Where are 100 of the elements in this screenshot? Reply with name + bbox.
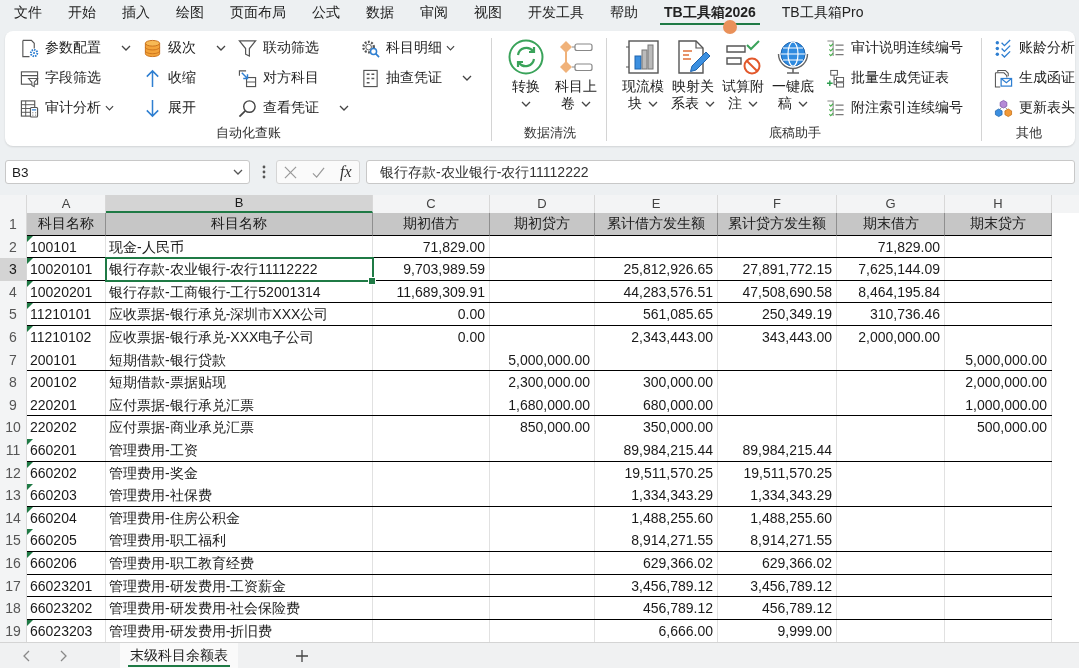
cancel-icon[interactable] bbox=[284, 165, 298, 179]
table-cell: 660206 bbox=[27, 551, 106, 575]
right-chevron-icon[interactable] bbox=[60, 649, 68, 662]
group-label: 底稿助手 bbox=[768, 124, 821, 142]
table-cell: 3,456,789.12 bbox=[595, 574, 718, 598]
table-cell: 19,511,570.25 bbox=[718, 461, 837, 485]
column-header[interactable]: E bbox=[595, 195, 718, 213]
ribbon-button[interactable]: 审计说明连续编号 bbox=[826, 35, 963, 61]
row-header[interactable]: 15 bbox=[0, 529, 27, 552]
column-header[interactable]: D bbox=[490, 195, 595, 213]
menu-tab[interactable]: 数据 bbox=[353, 0, 407, 26]
column-header[interactable]: C bbox=[373, 195, 490, 213]
row-header[interactable]: 5 bbox=[0, 303, 27, 326]
row-header[interactable]: 10 bbox=[0, 416, 27, 439]
name-box[interactable]: B3 bbox=[5, 160, 250, 184]
caret-icon bbox=[748, 101, 758, 108]
table-cell: 27,891,772.15 bbox=[718, 258, 837, 281]
column-header[interactable]: F bbox=[718, 195, 837, 213]
table-cell: 11210102 bbox=[27, 325, 106, 349]
menu-tab[interactable]: 审阅 bbox=[407, 0, 461, 26]
column-header[interactable]: H bbox=[945, 195, 1052, 213]
row-header[interactable]: 9 bbox=[0, 393, 27, 417]
header-cell: 科目名称 bbox=[106, 213, 373, 236]
function-button[interactable]: fx bbox=[340, 163, 352, 181]
ribbon-button[interactable]: 账龄分析 bbox=[994, 35, 1075, 61]
menu-tab[interactable]: 开始 bbox=[55, 0, 109, 26]
table-cell: 管理费用-研发费用-社会保险费 bbox=[106, 597, 373, 620]
row-header[interactable]: 12 bbox=[0, 461, 27, 485]
table-cell: 应付票据-商业承兑汇票 bbox=[106, 416, 373, 439]
ribbon-button[interactable]: 科目明细 bbox=[361, 35, 455, 61]
left-chevron-icon[interactable] bbox=[22, 649, 30, 662]
row-header[interactable]: 11 bbox=[0, 438, 27, 462]
ribbon-button[interactable]: 附注索引连续编号 bbox=[826, 95, 963, 121]
fill-handle-icon[interactable] bbox=[368, 276, 376, 285]
ribbon-button[interactable]: 更新表头 bbox=[994, 95, 1075, 121]
search-icon bbox=[238, 98, 257, 118]
menu-tab[interactable]: 文件 bbox=[1, 0, 55, 26]
check-icon[interactable] bbox=[312, 165, 326, 179]
menu-tab[interactable]: 公式 bbox=[299, 0, 353, 26]
ribbon-button[interactable]: 试算附注 bbox=[718, 33, 768, 112]
table-cell: 1,488,255.60 bbox=[718, 506, 837, 530]
ribbon-button[interactable]: 科目上卷 bbox=[551, 33, 601, 112]
ribbon-button[interactable]: 字段筛选 bbox=[20, 65, 101, 91]
row-header[interactable]: 6 bbox=[0, 325, 27, 349]
menu-tab[interactable]: 帮助 bbox=[597, 0, 651, 26]
row-header[interactable]: 13 bbox=[0, 484, 27, 507]
ribbon-button[interactable]: 抽查凭证 bbox=[361, 65, 442, 91]
row-header[interactable]: 8 bbox=[0, 371, 27, 394]
ribbon-button[interactable]: 现流模块 bbox=[618, 33, 668, 112]
row-header[interactable]: 19 bbox=[0, 619, 27, 643]
database-icon bbox=[143, 38, 162, 58]
table-cell: 44,283,576.51 bbox=[595, 280, 718, 304]
more-icon[interactable] bbox=[262, 165, 266, 179]
row-header[interactable]: 16 bbox=[0, 551, 27, 575]
menu-tab[interactable]: 绘图 bbox=[163, 0, 217, 26]
menu-tab[interactable]: TB工具箱Pro bbox=[768, 0, 877, 26]
menu-tab[interactable]: 开发工具 bbox=[515, 0, 597, 26]
ribbon-button[interactable]: 对方科目 bbox=[238, 65, 319, 91]
table-cell: 660205 bbox=[27, 529, 106, 552]
row-header[interactable]: 14 bbox=[0, 506, 27, 530]
ribbon-button[interactable]: 查看凭证 bbox=[238, 95, 319, 121]
caret-icon[interactable] bbox=[233, 169, 243, 175]
ribbon-button[interactable]: 收缩 bbox=[143, 65, 196, 91]
ribbon-button[interactable]: 映射关系表 bbox=[668, 33, 718, 112]
row-header[interactable]: 17 bbox=[0, 574, 27, 598]
ribbon-button[interactable]: 展开 bbox=[143, 95, 196, 121]
table-cell: 25,812,926.65 bbox=[595, 258, 718, 281]
ribbon-button[interactable]: 参数配置 bbox=[20, 35, 101, 61]
menu-tab[interactable]: 页面布局 bbox=[217, 0, 299, 26]
ribbon-button[interactable]: 生成函证 bbox=[994, 65, 1075, 91]
column-header[interactable]: A bbox=[27, 195, 106, 213]
table-cell: 管理费用-住房公积金 bbox=[106, 506, 373, 530]
ribbon-button[interactable]: 转换 bbox=[501, 33, 551, 107]
ribbon-button[interactable]: 一键底稿 bbox=[768, 33, 818, 112]
formula-field[interactable]: 银行存款-农业银行-农行11112222 bbox=[366, 160, 1075, 184]
caret-icon[interactable] bbox=[462, 75, 472, 81]
add-icon[interactable] bbox=[296, 649, 308, 662]
row-header[interactable]: 4 bbox=[0, 280, 27, 304]
menu-tab[interactable]: 插入 bbox=[109, 0, 163, 26]
refresh-icon bbox=[508, 39, 544, 75]
row-header[interactable]: 2 bbox=[0, 235, 27, 259]
sheet-tab[interactable]: 末级科目余额表 bbox=[120, 643, 238, 668]
row-header[interactable]: 18 bbox=[0, 597, 27, 620]
caret-icon[interactable] bbox=[121, 45, 131, 51]
column-header[interactable]: B bbox=[106, 195, 373, 213]
menu-tab[interactable]: 视图 bbox=[461, 0, 515, 26]
table-cell: 500,000.00 bbox=[945, 416, 1052, 439]
ribbon-button[interactable]: 审计分析 bbox=[20, 95, 114, 121]
ribbon-button[interactable]: 批量生成凭证表 bbox=[826, 65, 949, 91]
column-header[interactable]: G bbox=[837, 195, 945, 213]
caret-icon[interactable] bbox=[339, 105, 349, 111]
row-header[interactable]: 1 bbox=[0, 213, 27, 236]
table-cell: 8,914,271.55 bbox=[595, 529, 718, 552]
funnel-icon bbox=[238, 38, 257, 58]
caret-icon[interactable] bbox=[216, 45, 226, 51]
ribbon-button[interactable]: 级次 bbox=[143, 35, 196, 61]
row-header[interactable]: 7 bbox=[0, 348, 27, 372]
row-header[interactable]: 3 bbox=[0, 258, 27, 281]
caret-icon bbox=[105, 105, 114, 111]
ribbon-button[interactable]: 联动筛选 bbox=[238, 35, 319, 61]
